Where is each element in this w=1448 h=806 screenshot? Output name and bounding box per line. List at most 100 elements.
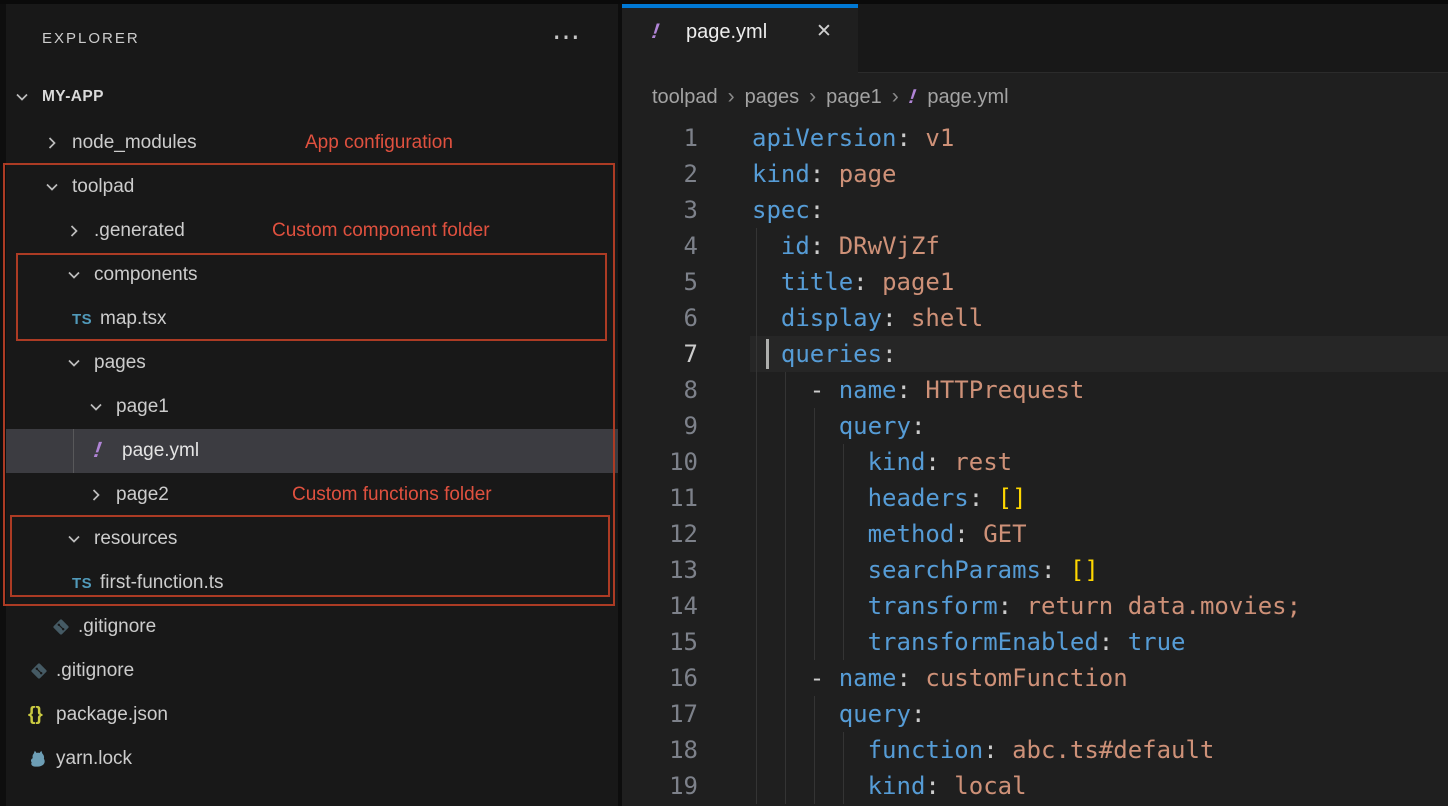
chevron-down-icon[interactable] <box>42 177 62 197</box>
chevron-down-icon[interactable] <box>64 529 84 549</box>
warning-icon: ! <box>907 86 917 109</box>
code-line-12[interactable]: 12 method: GET <box>622 516 1448 552</box>
close-icon[interactable]: ✕ <box>816 20 832 43</box>
tree-folder-pages[interactable]: pages <box>0 341 618 385</box>
code-line-13[interactable]: 13 searchParams: [] <box>622 552 1448 588</box>
line-number[interactable]: 3 <box>622 192 698 228</box>
code-line-1[interactable]: 1apiVersion: v1 <box>622 120 1448 156</box>
code-text: title: page1 <box>752 264 954 300</box>
code-text: headers: [] <box>752 480 1027 516</box>
ts-icon: TS <box>72 561 98 605</box>
tree-file-gitignore[interactable]: .gitignore <box>0 605 618 649</box>
line-number[interactable]: 5 <box>622 264 698 300</box>
code-text: kind: page <box>752 156 897 192</box>
git-icon <box>28 649 54 693</box>
code-line-8[interactable]: 8 - name: HTTPrequest <box>622 372 1448 408</box>
tree-file-gitignore[interactable]: .gitignore <box>0 649 618 693</box>
code-line-14[interactable]: 14 transform: return data.movies; <box>622 588 1448 624</box>
chevron-right-icon: › <box>728 85 735 109</box>
tab-page-yml[interactable]: ! page.yml ✕ <box>622 4 858 73</box>
tree-folder-node-modules[interactable]: node_modulesApp configuration <box>0 121 618 165</box>
chevron-right-icon[interactable] <box>42 133 62 153</box>
code-area[interactable]: 1apiVersion: v12 kind: page3spec:4 id: DR… <box>622 0 1448 806</box>
tree-item-label: .gitignore <box>56 649 134 693</box>
code-text: method: GET <box>752 516 1027 552</box>
chevron-right-icon[interactable] <box>64 221 84 241</box>
code-text: kind: local <box>752 768 1027 804</box>
tree-folder-toolpad[interactable]: toolpad <box>0 165 618 209</box>
line-number[interactable]: 7 <box>622 336 698 372</box>
chevron-down-icon[interactable] <box>64 353 84 373</box>
code-line-7[interactable]: 7 queries: <box>622 336 1448 372</box>
tree-file-package-json[interactable]: {}package.json <box>0 693 618 737</box>
code-text: function: abc.ts#default <box>752 732 1214 768</box>
breadcrumb-page-yml[interactable]: page.yml <box>927 86 1008 109</box>
line-number[interactable]: 1 <box>622 120 698 156</box>
line-number[interactable]: 8 <box>622 372 698 408</box>
annotation-text-custom-functions-folder: Custom functions folder <box>292 473 492 517</box>
tree-folder-page1[interactable]: page1 <box>0 385 618 429</box>
line-number[interactable]: 11 <box>622 480 698 516</box>
tree-item-label: map.tsx <box>100 297 167 341</box>
code-line-3[interactable]: 3spec: <box>622 192 1448 228</box>
chevron-right-icon: › <box>809 85 816 109</box>
chevron-down-icon[interactable] <box>64 265 84 285</box>
tree-item-label: yarn.lock <box>56 737 132 781</box>
line-number[interactable]: 9 <box>622 408 698 444</box>
breadcrumb-pages[interactable]: pages <box>745 86 800 109</box>
code-line-11[interactable]: 11 headers: [] <box>622 480 1448 516</box>
breadcrumb: toolpad › pages › page1 › ! page.yml <box>622 74 1448 120</box>
code-line-5[interactable]: 5 title: page1 <box>622 264 1448 300</box>
json-icon: {} <box>28 693 54 737</box>
line-number[interactable]: 14 <box>622 588 698 624</box>
tree-folder-page2[interactable]: page2 Custom functions folder <box>0 473 618 517</box>
line-number[interactable]: 13 <box>622 552 698 588</box>
tree-folder-generated[interactable]: .generatedCustom component folder <box>0 209 618 253</box>
breadcrumb-toolpad[interactable]: toolpad <box>652 86 718 109</box>
tree-file-yarn-lock[interactable]: yarn.lock <box>0 737 618 781</box>
tree-item-label: .gitignore <box>78 605 156 649</box>
tree-item-label: node_modules <box>72 121 197 165</box>
code-line-2[interactable]: 2 kind: page <box>622 156 1448 192</box>
line-number[interactable]: 2 <box>622 156 698 192</box>
line-number[interactable]: 15 <box>622 624 698 660</box>
ellipsis-icon[interactable]: ⋯ <box>552 20 581 53</box>
tree-item-label: components <box>94 253 198 297</box>
chevron-right-icon[interactable] <box>86 485 106 505</box>
tree-item-label: page2 <box>116 473 169 517</box>
code-line-10[interactable]: 10 kind: rest <box>622 444 1448 480</box>
tree-file-first-function-ts[interactable]: TSfirst-function.ts <box>0 561 618 605</box>
line-number[interactable]: 17 <box>622 696 698 732</box>
code-text: queries: <box>752 336 897 372</box>
tree-folder-components[interactable]: components <box>0 253 618 297</box>
code-text: id: DRwVjZf <box>752 228 940 264</box>
code-line-16[interactable]: 16 - name: customFunction <box>622 660 1448 696</box>
line-number[interactable]: 16 <box>622 660 698 696</box>
tree-folder-resources[interactable]: resources <box>0 517 618 561</box>
chevron-down-icon[interactable] <box>86 397 106 417</box>
line-number[interactable]: 6 <box>622 300 698 336</box>
tree-root-my-app[interactable]: MY-APP <box>0 75 618 119</box>
code-line-9[interactable]: 9 query: <box>622 408 1448 444</box>
code-line-17[interactable]: 17 query: <box>622 696 1448 732</box>
tree-file-map-tsx[interactable]: TSmap.tsx <box>0 297 618 341</box>
line-number[interactable]: 4 <box>622 228 698 264</box>
tree-file-page-yml[interactable]: !page.yml <box>0 429 618 473</box>
editor-tab-bar: ! page.yml ✕ <box>622 0 1448 73</box>
line-number[interactable]: 10 <box>622 444 698 480</box>
line-number[interactable]: 18 <box>622 732 698 768</box>
tree-item-label: page1 <box>116 385 169 429</box>
chevron-right-icon: › <box>892 85 899 109</box>
chevron-down-icon[interactable] <box>12 87 32 107</box>
line-number[interactable]: 12 <box>622 516 698 552</box>
code-line-18[interactable]: 18 function: abc.ts#default <box>622 732 1448 768</box>
tree-item-label: pages <box>94 341 146 385</box>
code-line-19[interactable]: 19 kind: local <box>622 768 1448 804</box>
code-line-6[interactable]: 6 display: shell <box>622 300 1448 336</box>
line-number[interactable]: 19 <box>622 768 698 804</box>
code-line-15[interactable]: 15 transformEnabled: true <box>622 624 1448 660</box>
breadcrumb-page1[interactable]: page1 <box>826 86 882 109</box>
warning-icon: ! <box>650 20 660 44</box>
code-line-4[interactable]: 4 id: DRwVjZf <box>622 228 1448 264</box>
code-text: display: shell <box>752 300 983 336</box>
